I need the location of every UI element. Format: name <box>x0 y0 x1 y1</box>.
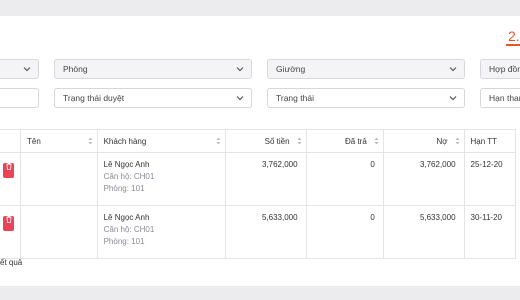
row-actions <box>0 152 21 206</box>
column-debt-label: Nợ <box>436 136 448 146</box>
column-paid-label: Đã trả <box>345 136 367 146</box>
column-debt[interactable]: Nợ <box>382 129 465 153</box>
column-name-label: Tên <box>27 136 41 146</box>
filter-bed-value: Giường <box>276 64 306 74</box>
sort-icon[interactable] <box>297 137 302 145</box>
filter-status-select[interactable]: Trạng thái <box>267 88 465 108</box>
table-header-row: Tên Khách hàng Số tiền Đã trả Nợ Hạn TT <box>0 129 517 153</box>
filter-due-date-value: Hạn thanh <box>489 93 520 103</box>
customer-name: Lê Ngọc Anh <box>103 160 150 169</box>
cell-name <box>20 152 98 206</box>
cell-customer: Lê Ngọc Anh Căn hộ: CH01 Phòng: 101 <box>96 152 226 206</box>
sort-icon[interactable] <box>374 137 379 145</box>
customer-apartment: Căn hộ: CH01 <box>103 225 155 234</box>
cell-debt: 5,633,000 <box>382 205 465 259</box>
customer-name: Lê Ngọc Anh <box>103 213 150 222</box>
cell-amount: 5,633,000 <box>224 205 307 259</box>
sort-icon[interactable] <box>216 137 221 145</box>
invoice-table: Tên Khách hàng Số tiền Đã trả Nợ Hạn TT … <box>0 129 517 259</box>
results-summary: ết quả <box>0 258 23 267</box>
trash-icon <box>6 216 11 223</box>
delete-button[interactable] <box>3 216 14 231</box>
filter-status-value: Trạng thái <box>276 93 314 103</box>
sort-icon[interactable] <box>88 137 93 145</box>
total-value: 2. <box>508 28 520 44</box>
cell-amount: 3,762,000 <box>224 152 307 206</box>
table-row: Lê Ngọc Anh Căn hộ: CH01 Phòng: 101 3,76… <box>0 152 517 206</box>
column-customer[interactable]: Khách hàng <box>96 129 226 153</box>
filter-bed-select[interactable]: Giường <box>267 59 465 79</box>
filter-contract-value: Hợp đồng <box>489 64 520 74</box>
column-customer-label: Khách hàng <box>103 136 147 146</box>
chevron-down-icon <box>448 93 458 103</box>
cell-name <box>20 205 98 259</box>
sort-icon[interactable] <box>455 137 460 145</box>
chevron-down-icon <box>22 64 32 74</box>
chevron-down-icon <box>235 93 245 103</box>
chevron-down-icon <box>235 64 245 74</box>
row-actions <box>0 205 21 259</box>
filter-room-select[interactable]: Phòng <box>54 59 252 79</box>
chevron-down-icon <box>448 64 458 74</box>
cell-due-date: 30-11-20 <box>463 205 517 259</box>
column-amount[interactable]: Số tiền <box>224 129 307 153</box>
column-due-date-label: Hạn TT <box>470 136 498 146</box>
delete-button[interactable] <box>3 163 14 178</box>
cell-customer: Lê Ngọc Anh Căn hộ: CH01 Phòng: 101 <box>96 205 226 259</box>
customer-apartment: Căn hộ: CH01 <box>103 172 155 181</box>
column-due-date[interactable]: Hạn TT <box>463 129 517 153</box>
column-name[interactable]: Tên <box>20 129 98 153</box>
cell-paid: 0 <box>305 152 384 206</box>
filter-building-select[interactable] <box>0 59 39 79</box>
filter-due-date-input[interactable]: Hạn thanh <box>480 88 520 108</box>
cell-debt: 3,762,000 <box>382 152 465 206</box>
customer-room: Phòng: 101 <box>103 184 145 193</box>
column-paid[interactable]: Đã trả <box>305 129 384 153</box>
cell-paid: 0 <box>305 205 384 259</box>
filter-approval-status-select[interactable]: Trạng thái duyệt <box>54 88 252 108</box>
trash-icon <box>6 163 11 170</box>
filter-contract-select[interactable]: Hợp đồng <box>480 59 520 79</box>
column-amount-label: Số tiền <box>264 136 290 146</box>
customer-room: Phòng: 101 <box>103 237 145 246</box>
filter-approval-status-value: Trạng thái duyệt <box>63 93 125 103</box>
cell-due-date: 25-12-20 <box>463 152 517 206</box>
filter-date-input[interactable] <box>0 88 39 108</box>
table-row: Lê Ngọc Anh Căn hộ: CH01 Phòng: 101 5,63… <box>0 205 517 259</box>
filter-room-value: Phòng <box>63 64 88 74</box>
column-actions <box>0 129 21 153</box>
total-underline <box>506 44 520 46</box>
